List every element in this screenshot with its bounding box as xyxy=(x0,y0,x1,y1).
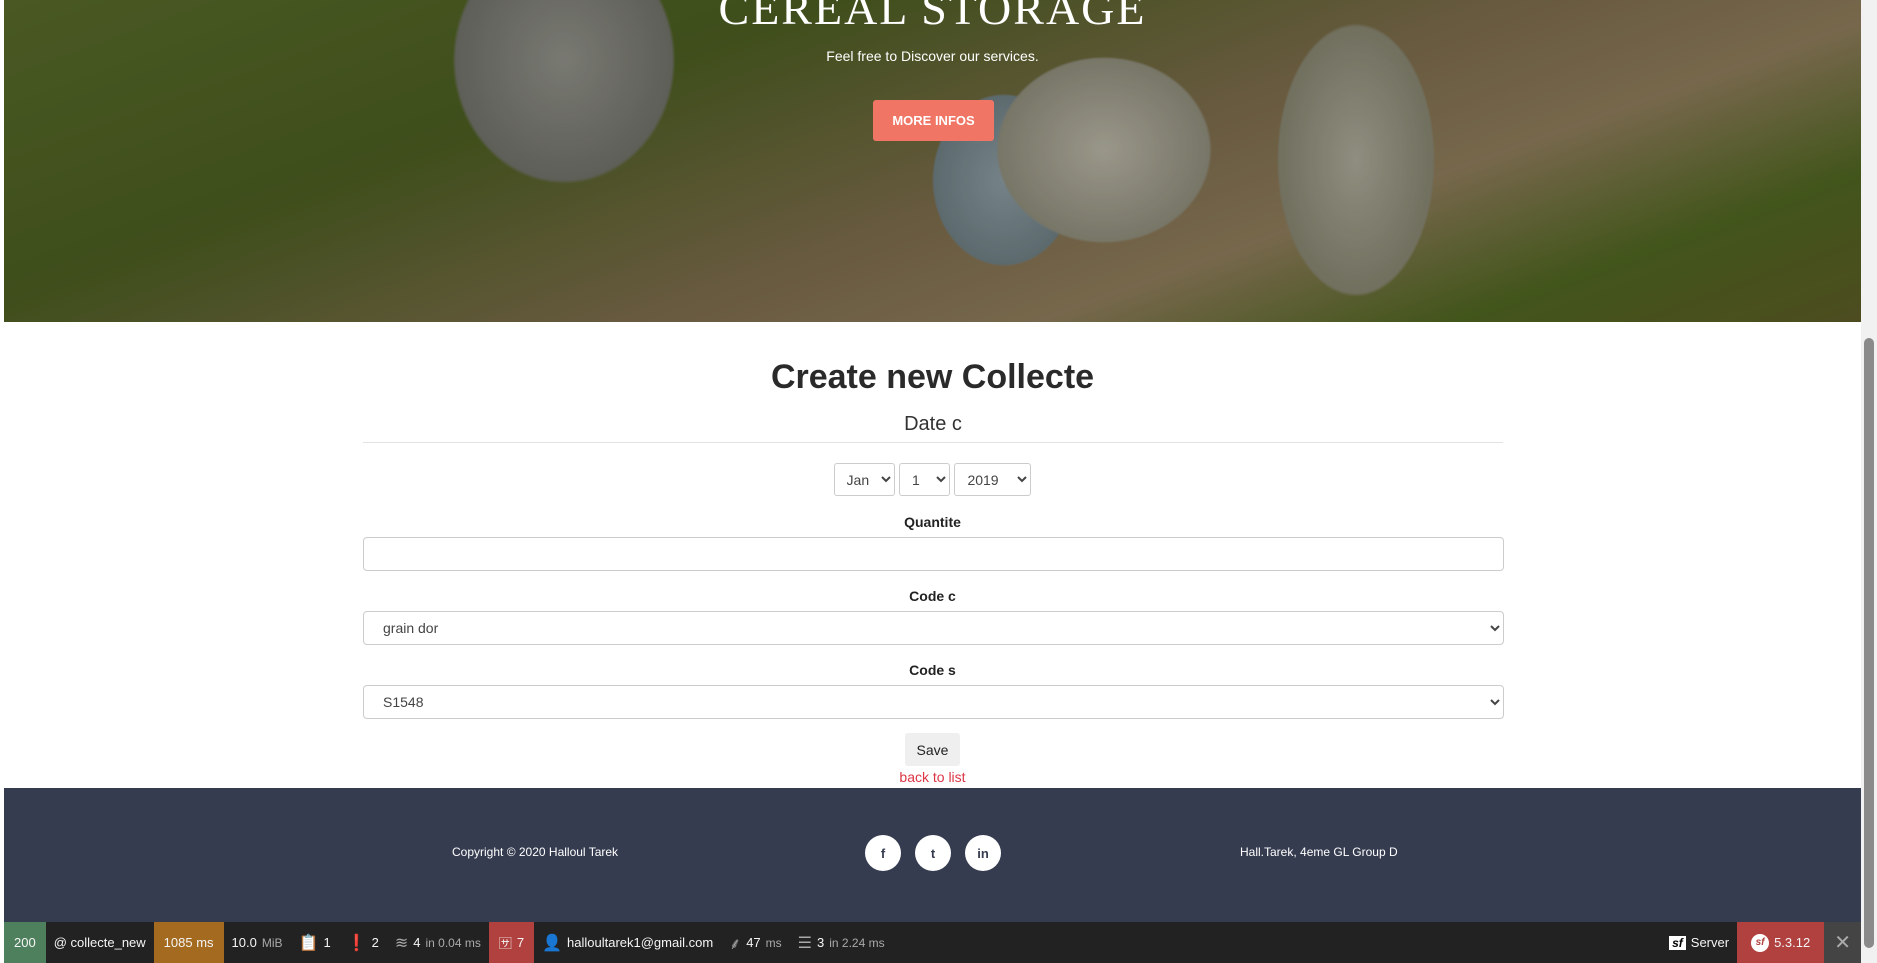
database-icon: ☰ xyxy=(797,934,812,952)
more-infos-button[interactable]: MORE INFOS xyxy=(873,100,994,141)
clipboard-icon: 📋 xyxy=(298,934,319,952)
exceptions-panel[interactable]: ❗ 2 xyxy=(339,922,387,963)
footer: Copyright © 2020 Halloul Tarek f t in Ha… xyxy=(4,788,1861,922)
quantite-input[interactable] xyxy=(363,537,1504,571)
create-form: Create new Collecte Date c Jan 1 2019 Qu… xyxy=(4,322,1861,788)
date-selects: Jan 1 2019 xyxy=(4,463,1861,496)
year-select[interactable]: 2019 xyxy=(954,463,1032,496)
forms-panel[interactable]: 📋 1 xyxy=(291,922,339,963)
user-panel[interactable]: 👤 halloultarek1@gmail.com xyxy=(534,922,721,963)
user-icon: 👤 xyxy=(542,934,563,952)
translations-panel[interactable]: 🈂 7 xyxy=(488,922,535,963)
cache-count: 4 xyxy=(413,935,421,950)
forms-count: 1 xyxy=(323,935,331,950)
symfony-version[interactable]: sf 5.3.12 xyxy=(1737,922,1825,963)
memory-unit: MiB xyxy=(261,935,283,950)
cache-time: in 0.04 ms xyxy=(425,935,481,950)
twig-time: 47 xyxy=(746,935,761,950)
server-label: Server xyxy=(1690,935,1730,950)
date-legend: Date c xyxy=(363,413,1503,443)
twig-unit: ms xyxy=(765,935,782,950)
hero-subtitle: Feel free to Discover our services. xyxy=(826,48,1039,64)
memory[interactable]: 10.0 MiB xyxy=(224,922,291,963)
exclamation-icon: ❗ xyxy=(346,934,367,952)
twitter-icon[interactable]: t xyxy=(915,835,951,871)
save-button[interactable]: Save xyxy=(905,733,960,766)
page: CEREAL STORAGE Feel free to Discover our… xyxy=(4,0,1861,922)
scrollbar[interactable] xyxy=(1861,0,1877,963)
db-time: in 2.24 ms xyxy=(829,935,885,950)
hero-title: CEREAL STORAGE xyxy=(718,0,1147,34)
linkedin-icon[interactable]: in xyxy=(965,835,1001,871)
code-s-label: Code s xyxy=(909,662,956,678)
user-email: halloultarek1@gmail.com xyxy=(567,935,714,950)
back-to-list-link[interactable]: back to list xyxy=(899,769,965,785)
memory-value: 10.0 xyxy=(231,935,257,950)
close-toolbar-button[interactable]: ✕ xyxy=(1824,922,1861,963)
layers-icon: ≋ xyxy=(394,934,409,952)
db-count: 3 xyxy=(817,935,825,950)
code-c-label: Code c xyxy=(909,588,956,604)
scrollbar-thumb[interactable] xyxy=(1864,338,1874,948)
quantite-label: Quantite xyxy=(904,514,961,530)
symfony-logo-icon: sf xyxy=(1751,933,1770,952)
cache-panel[interactable]: ≋ 4 in 0.04 ms xyxy=(387,922,489,963)
month-select[interactable]: Jan xyxy=(833,463,895,496)
hero-banner: CEREAL STORAGE Feel free to Discover our… xyxy=(4,0,1861,322)
page-title: Create new Collecte xyxy=(770,358,1095,396)
translation-icon: 🈂 xyxy=(498,936,512,951)
db-panel[interactable]: ☰ 3 in 2.24 ms xyxy=(790,922,893,963)
translations-count: 7 xyxy=(516,935,525,950)
copyright: Copyright © 2020 Halloul Tarek xyxy=(452,845,619,859)
code-c-select[interactable]: grain dor xyxy=(363,611,1504,645)
facebook-icon[interactable]: f xyxy=(865,835,901,871)
route-name[interactable]: @ collecte_new xyxy=(46,922,154,963)
symfony-icon: sf xyxy=(1669,935,1686,950)
exceptions-count: 2 xyxy=(371,935,379,950)
twig-panel[interactable]: ⸙ 47 ms xyxy=(721,922,789,963)
debug-toolbar: 200 @ collecte_new 1085 ms 10.0 MiB 📋 1 ❗ 2… xyxy=(4,922,1861,963)
request-time[interactable]: 1085 ms xyxy=(153,922,224,963)
twig-icon: ⸙ xyxy=(729,935,742,953)
day-select[interactable]: 1 xyxy=(899,463,950,496)
footer-address: Hall.Tarek, 4eme GL Group D xyxy=(1240,845,1398,859)
code-s-select[interactable]: S1548 xyxy=(363,685,1504,719)
server-panel[interactable]: sf Server xyxy=(1661,922,1737,963)
status-code[interactable]: 200 xyxy=(4,922,46,963)
version-text: 5.3.12 xyxy=(1774,935,1811,950)
